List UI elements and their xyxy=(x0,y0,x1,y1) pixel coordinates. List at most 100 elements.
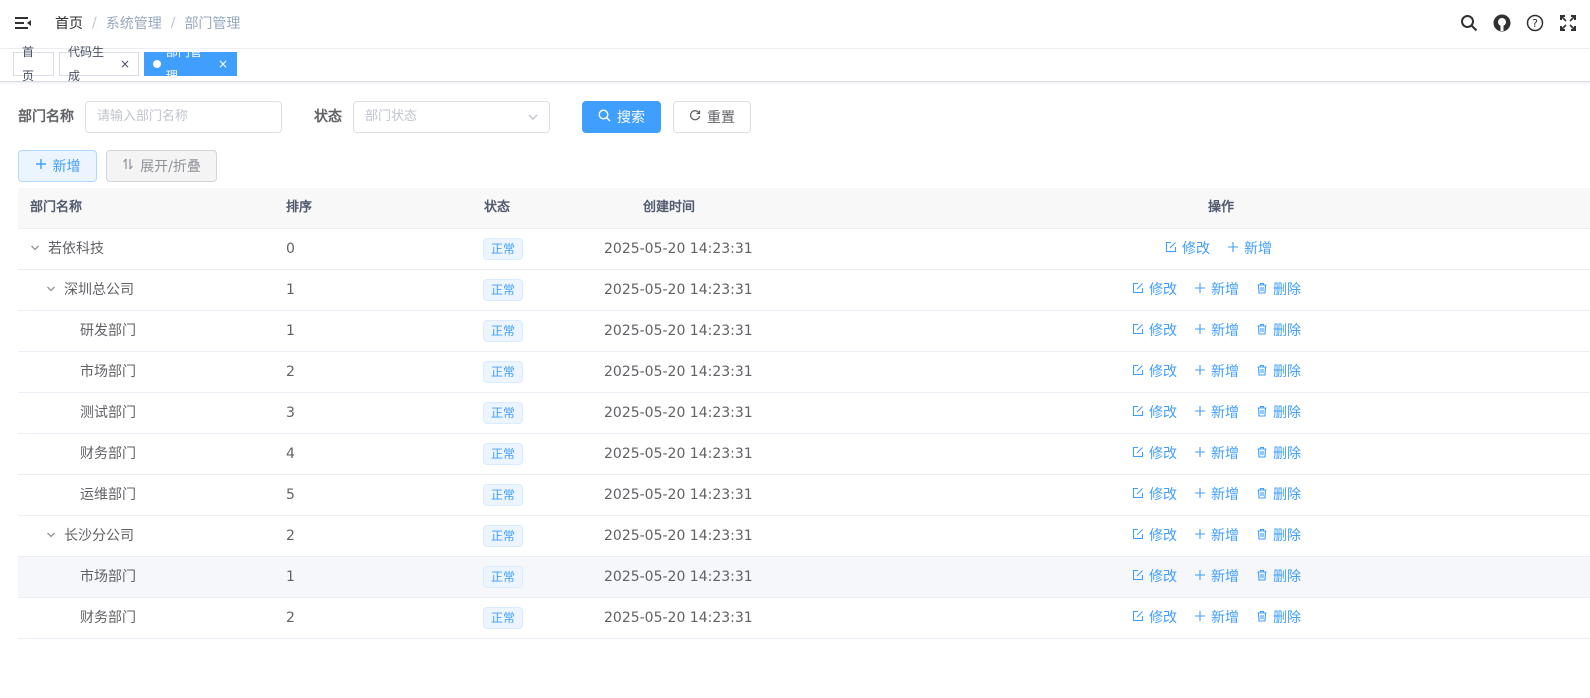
table-row: 测试部门 3 正常 2025-05-20 14:23:31 修改 新增 删除 xyxy=(18,393,1590,434)
add-child-button[interactable]: 新增 xyxy=(1194,311,1239,351)
cell-actions: 修改 新增 删除 xyxy=(1132,311,1318,351)
add-child-button[interactable]: 新增 xyxy=(1194,393,1239,433)
header-actions: 操作 xyxy=(1208,200,1235,215)
github-icon[interactable] xyxy=(1491,12,1513,34)
hamburger-icon[interactable] xyxy=(14,14,32,32)
chevron-down-icon[interactable] xyxy=(30,230,42,270)
header-sort: 排序 xyxy=(286,200,313,215)
cell-name: 研发部门 xyxy=(62,311,136,351)
cell-status: 正常 xyxy=(483,475,524,515)
cell-name: 市场部门 xyxy=(62,352,136,392)
add-child-button[interactable]: 新增 xyxy=(1194,352,1239,392)
breadcrumb: 首页 / 系统管理 / 部门管理 xyxy=(55,13,240,33)
table-row: 市场部门 1 正常 2025-05-20 14:23:31 修改 新增 删除 xyxy=(18,557,1590,598)
cell-actions: 修改 新增 删除 xyxy=(1132,352,1318,392)
status-badge: 正常 xyxy=(483,320,524,342)
edit-button[interactable]: 修改 xyxy=(1132,434,1177,474)
edit-label: 修改 xyxy=(1149,323,1177,339)
add-child-button[interactable]: 新增 xyxy=(1194,270,1239,310)
add-label: 新增 xyxy=(1211,487,1239,503)
edit-icon xyxy=(1165,229,1177,269)
cell-status: 正常 xyxy=(483,393,524,433)
add-label: 新增 xyxy=(1211,569,1239,585)
add-label: 新增 xyxy=(1211,323,1239,339)
close-icon[interactable]: × xyxy=(218,52,228,76)
tag-codegen[interactable]: 代码生成 × xyxy=(59,45,139,83)
tags-view: 首页 代码生成 × 部门管理 × xyxy=(0,45,1590,83)
cell-sort: 4 xyxy=(286,446,295,462)
delete-button[interactable]: 删除 xyxy=(1256,393,1301,433)
status-badge: 正常 xyxy=(483,279,524,301)
edit-icon xyxy=(1132,352,1144,392)
trash-icon xyxy=(1256,311,1268,351)
plus-icon xyxy=(1194,516,1206,556)
add-child-button[interactable]: 新增 xyxy=(1194,475,1239,515)
dept-name: 深圳总公司 xyxy=(64,282,134,298)
edit-button[interactable]: 修改 xyxy=(1132,352,1177,392)
search-button[interactable]: 搜索 xyxy=(582,101,661,133)
add-child-button[interactable]: 新增 xyxy=(1194,598,1239,638)
expand-collapse-button[interactable]: 展开/折叠 xyxy=(106,150,217,182)
delete-button[interactable]: 删除 xyxy=(1256,598,1301,638)
plus-icon xyxy=(1194,352,1206,392)
edit-button[interactable]: 修改 xyxy=(1132,516,1177,556)
edit-button[interactable]: 修改 xyxy=(1132,393,1177,433)
dept-name: 财务部门 xyxy=(80,446,136,462)
delete-button[interactable]: 删除 xyxy=(1256,516,1301,556)
tag-home[interactable]: 首页 xyxy=(13,45,54,83)
delete-button[interactable]: 删除 xyxy=(1256,270,1301,310)
add-child-button[interactable]: 新增 xyxy=(1194,557,1239,597)
chevron-down-icon[interactable] xyxy=(46,271,58,311)
table-body: 若依科技 0 正常 2025-05-20 14:23:31 修改 新增 深圳总公司 1 正常 20… xyxy=(18,229,1590,639)
chevron-down-icon[interactable] xyxy=(46,517,58,557)
edit-button[interactable]: 修改 xyxy=(1132,598,1177,638)
cell-name: 测试部门 xyxy=(62,393,136,433)
sort-icon xyxy=(122,158,134,174)
edit-label: 修改 xyxy=(1149,282,1177,298)
delete-button[interactable]: 删除 xyxy=(1256,557,1301,597)
close-icon[interactable]: × xyxy=(120,52,130,76)
delete-label: 删除 xyxy=(1273,446,1301,462)
cell-status: 正常 xyxy=(483,434,524,474)
search-icon[interactable] xyxy=(1458,12,1480,34)
delete-button[interactable]: 删除 xyxy=(1256,475,1301,515)
add-button[interactable]: 新增 xyxy=(18,150,97,182)
plus-icon xyxy=(35,158,47,174)
breadcrumb-item-home[interactable]: 首页 xyxy=(55,13,83,33)
status-badge: 正常 xyxy=(483,238,524,260)
trash-icon xyxy=(1256,434,1268,474)
delete-button[interactable]: 删除 xyxy=(1256,311,1301,351)
delete-button[interactable]: 删除 xyxy=(1256,434,1301,474)
tag-dept[interactable]: 部门管理 × xyxy=(144,45,237,83)
trash-icon xyxy=(1256,598,1268,638)
edit-button[interactable]: 修改 xyxy=(1132,311,1177,351)
fullscreen-icon[interactable] xyxy=(1557,12,1579,34)
tag-label: 首页 xyxy=(22,45,35,83)
delete-button[interactable]: 删除 xyxy=(1256,352,1301,392)
status-badge: 正常 xyxy=(483,607,524,629)
edit-button[interactable]: 修改 xyxy=(1132,270,1177,310)
search-button-label: 搜索 xyxy=(617,110,645,126)
table-row: 财务部门 4 正常 2025-05-20 14:23:31 修改 新增 删除 xyxy=(18,434,1590,475)
breadcrumb-item-dept: 部门管理 xyxy=(184,16,241,32)
cell-name: 若依科技 xyxy=(30,229,104,269)
edit-icon xyxy=(1132,516,1144,556)
status-label: 状态 xyxy=(314,109,342,125)
edit-button[interactable]: 修改 xyxy=(1165,229,1210,269)
edit-button[interactable]: 修改 xyxy=(1132,475,1177,515)
tag-label: 部门管理 xyxy=(165,45,202,83)
cell-status: 正常 xyxy=(483,229,524,269)
question-icon[interactable]: ? xyxy=(1524,12,1546,34)
cell-created: 2025-05-20 14:23:31 xyxy=(604,569,753,585)
status-select[interactable]: 部门状态 xyxy=(353,101,550,133)
reset-button[interactable]: 重置 xyxy=(673,101,751,133)
edit-icon xyxy=(1132,434,1144,474)
add-child-button[interactable]: 新增 xyxy=(1227,229,1272,269)
edit-button[interactable]: 修改 xyxy=(1132,557,1177,597)
plus-icon xyxy=(1194,475,1206,515)
cell-created: 2025-05-20 14:23:31 xyxy=(604,446,753,462)
add-child-button[interactable]: 新增 xyxy=(1194,516,1239,556)
dept-name-input[interactable]: 请输入部门名称 xyxy=(85,101,282,133)
trash-icon xyxy=(1256,393,1268,433)
add-child-button[interactable]: 新增 xyxy=(1194,434,1239,474)
